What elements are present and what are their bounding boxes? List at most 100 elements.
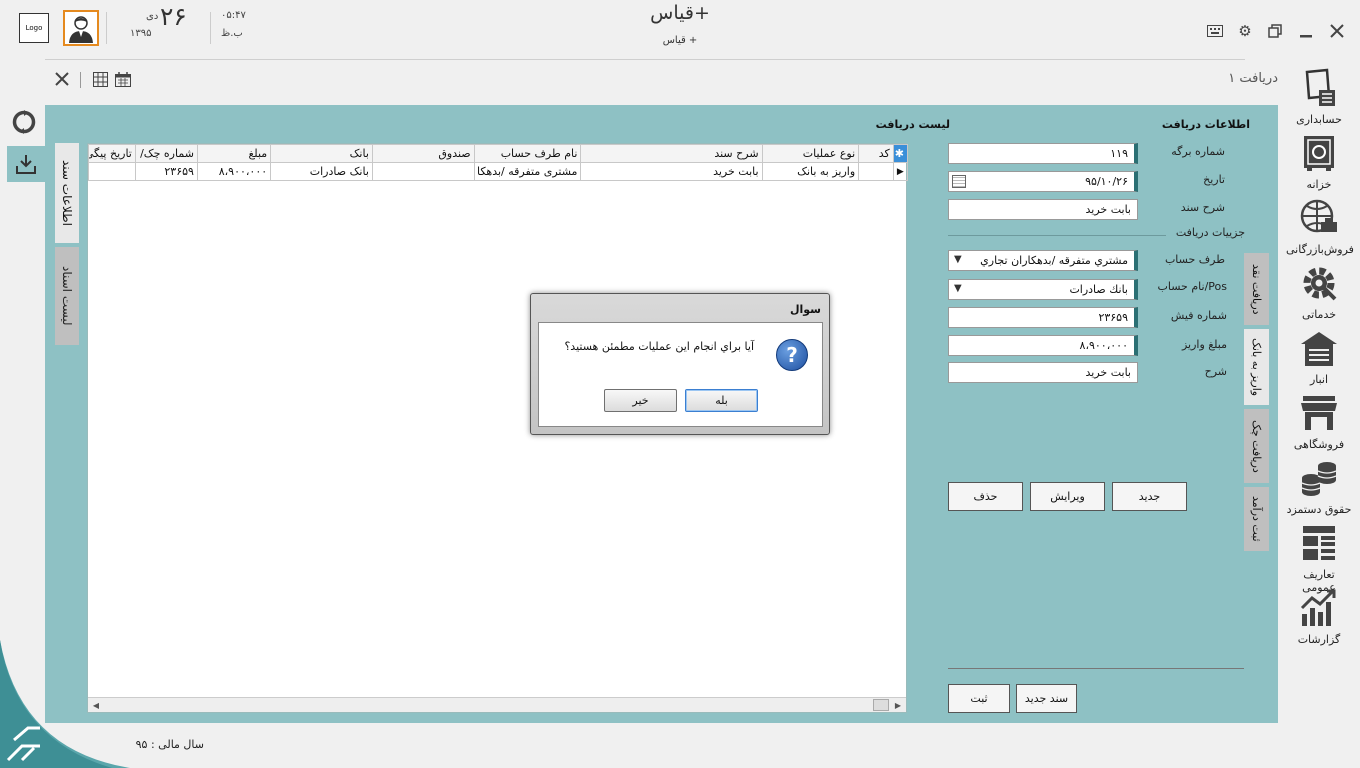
table-cell[interactable]: [88, 162, 136, 181]
chevron-down-icon[interactable]: ▼: [954, 283, 962, 294]
tab-cash-receipt[interactable]: دریافت نقد: [1244, 253, 1269, 325]
divider: [80, 72, 81, 88]
service-gear-icon: [1303, 267, 1337, 301]
nav-treasury[interactable]: خزانه: [1286, 133, 1352, 191]
scroll-right-icon[interactable]: ▶: [891, 698, 905, 712]
user-icon: [69, 16, 93, 43]
calendar-icon[interactable]: [114, 70, 132, 88]
sheet-no-field[interactable]: ۱۱۹: [948, 143, 1138, 164]
grid-header-row: ✱ کد نوع عملیات شرح سند نام طرف حساب صند…: [88, 144, 909, 163]
globe-trade-icon: [1300, 199, 1337, 233]
tab-document-list[interactable]: لیست اسناد: [55, 247, 79, 345]
tab-bank-deposit[interactable]: واریز به بانک: [1244, 329, 1269, 405]
nav-definitions[interactable]: تعاریف عمومی: [1286, 523, 1352, 594]
confirm-dialog: سوال ? آیا براي انجام این عملیات مطمئن ه…: [530, 293, 830, 435]
download-button[interactable]: [7, 146, 45, 182]
divider: [210, 12, 211, 44]
app-subtitle: قیاس +: [662, 35, 698, 46]
nav-trade-sales[interactable]: فروش‌بازرگانی: [1286, 198, 1354, 256]
nav-label: حقوق دستمزد: [1286, 503, 1352, 516]
nav-label: فروشگاهی: [1293, 438, 1345, 451]
desc-label: شرح: [1204, 365, 1227, 378]
receipt-no-field[interactable]: ۲۳۶۵۹: [948, 307, 1138, 328]
divider: [106, 12, 107, 44]
restore-icon[interactable]: [1266, 22, 1284, 40]
column-header[interactable]: نام طرف حساب: [473, 144, 582, 163]
chevron-down-icon[interactable]: ▼: [954, 254, 962, 265]
bottom-divider: [948, 668, 1244, 669]
nav-label: حسابداری: [1296, 113, 1342, 126]
party-select[interactable]: ▼ مشتري متفرقه /بدهكاران تجاري: [948, 250, 1138, 271]
nav-warehouse[interactable]: انبار: [1286, 328, 1352, 386]
table-cell[interactable]: ۲۳۶۵۹: [134, 162, 198, 181]
new-row-star-icon[interactable]: ✱: [892, 144, 909, 163]
column-header[interactable]: شرح سند: [580, 144, 763, 163]
desc-field[interactable]: بابت خرید: [948, 362, 1138, 383]
user-avatar[interactable]: [63, 10, 99, 46]
account-label: نام حساب/Pos: [1157, 280, 1227, 293]
question-icon: ?: [776, 339, 808, 371]
delete-button[interactable]: حذف: [948, 482, 1023, 511]
definitions-icon: [1303, 526, 1335, 560]
tab-document-info[interactable]: اطلاعات سند: [55, 143, 79, 243]
reports-icon: [1300, 589, 1336, 626]
column-header[interactable]: کد: [858, 144, 894, 163]
column-header[interactable]: بانک: [270, 144, 373, 163]
logo: Logo: [19, 13, 49, 43]
column-header[interactable]: شماره چک/: [134, 144, 198, 163]
nav-services[interactable]: خدماتی: [1286, 263, 1352, 321]
amount-field[interactable]: ۸،۹۰۰،۰۰۰: [948, 335, 1138, 356]
edit-button[interactable]: ویرایش: [1030, 482, 1105, 511]
nav-store[interactable]: فروشگاهی: [1286, 393, 1352, 451]
new-document-button[interactable]: سند جدید: [1016, 684, 1077, 713]
save-button[interactable]: ثبت: [948, 684, 1010, 713]
close-icon[interactable]: [53, 70, 71, 88]
tab-check-receipt[interactable]: دریافت چک: [1244, 409, 1269, 483]
date-label: تاریخ: [1203, 173, 1225, 186]
doc-desc-field[interactable]: بابت خرید: [948, 199, 1138, 220]
minimize-icon[interactable]: [1297, 22, 1315, 40]
party-label: طرف حساب: [1164, 253, 1225, 266]
date-field[interactable]: ۹۵/۱۰/۲۶: [948, 171, 1138, 192]
yes-button[interactable]: بله: [685, 389, 758, 412]
dialog-title: سوال: [789, 303, 821, 316]
no-button[interactable]: خیر: [604, 389, 677, 412]
horizontal-scrollbar[interactable]: ◀ ▶: [88, 697, 906, 712]
table-cell[interactable]: [858, 162, 894, 181]
column-header[interactable]: صندوق: [371, 144, 475, 163]
calendar-icon[interactable]: [952, 175, 966, 188]
clock-time: ۰۵:۴۷: [221, 10, 246, 21]
nav-label: فروش‌بازرگانی: [1286, 243, 1354, 256]
column-header[interactable]: مبلغ: [196, 144, 272, 163]
keyboard-icon[interactable]: [1206, 22, 1224, 40]
scroll-thumb[interactable]: [873, 699, 889, 711]
nav-reports[interactable]: گزارشات: [1286, 588, 1352, 646]
tab-income[interactable]: ثبت درآمد: [1244, 487, 1269, 551]
table-cell[interactable]: واریز به بانک: [761, 162, 860, 181]
nav-accounting[interactable]: حسابداری: [1286, 68, 1352, 126]
document-tab[interactable]: دریافت ۱: [1208, 71, 1278, 86]
close-icon[interactable]: [1328, 22, 1346, 40]
table-cell[interactable]: مشتری متفرقه /بدهکا: [473, 162, 582, 181]
account-value: بانك صادرات: [1069, 283, 1128, 296]
refresh-icon[interactable]: [10, 108, 38, 136]
column-header[interactable]: تاریخ پیگی: [88, 144, 136, 163]
date-month: دی: [146, 11, 159, 22]
warehouse-icon: [1301, 332, 1337, 366]
gear-icon[interactable]: ⚙: [1236, 22, 1254, 40]
details-label: جزییات دریافت: [1175, 226, 1245, 239]
table-cell[interactable]: [371, 162, 475, 181]
table-cell[interactable]: ۸،۹۰۰،۰۰۰: [196, 162, 272, 181]
section-divider: [948, 235, 1166, 236]
date-value: ۹۵/۱۰/۲۶: [1085, 175, 1128, 188]
calculator-icon[interactable]: [91, 70, 109, 88]
clock-ampm: ب.ظ: [221, 28, 243, 39]
table-cell[interactable]: بابت خرید: [580, 162, 763, 181]
table-row[interactable]: ▶ واریز به بانک بابت خرید مشتری متفرقه /…: [88, 162, 909, 181]
nav-payroll[interactable]: حقوق دستمزد: [1286, 458, 1352, 516]
column-header[interactable]: نوع عملیات: [761, 144, 860, 163]
store-icon: [1301, 396, 1337, 430]
account-select[interactable]: ▼ بانك صادرات: [948, 279, 1138, 300]
table-cell[interactable]: بانک صادرات: [270, 162, 373, 181]
new-button[interactable]: جدید: [1112, 482, 1187, 511]
